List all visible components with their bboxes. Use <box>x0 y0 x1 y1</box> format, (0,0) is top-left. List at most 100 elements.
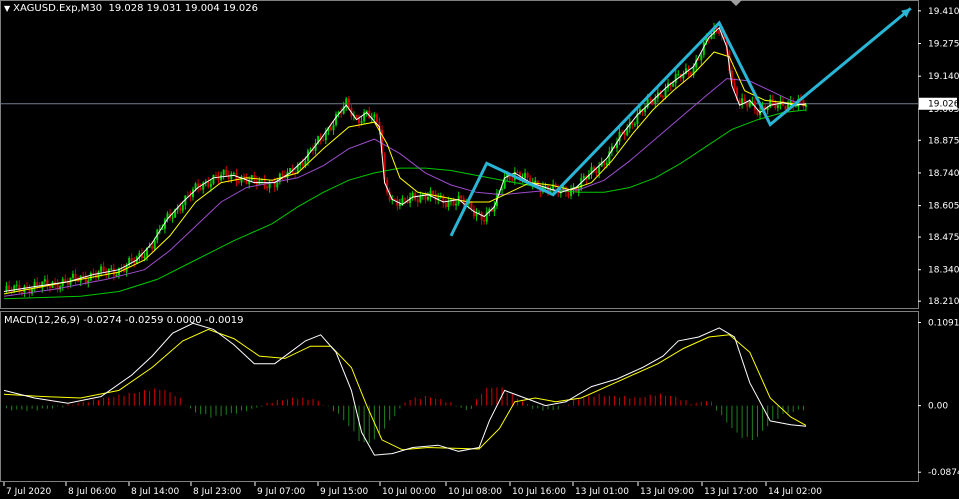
candle-up <box>534 180 537 183</box>
chart-canvas[interactable]: 19.41019.27519.14019.00518.87518.74018.6… <box>0 0 959 499</box>
candle-down <box>511 179 514 181</box>
candle-up <box>582 176 585 179</box>
candle-down <box>245 178 248 184</box>
candle-down <box>784 105 787 110</box>
candle-up <box>501 188 504 191</box>
candle-down <box>347 98 350 108</box>
candle-up <box>250 175 253 181</box>
price-tick-label: 18.340 <box>928 266 959 276</box>
time-tick-label: 10 Jul 00:00 <box>382 487 436 497</box>
candle-down <box>432 190 435 194</box>
candle-up <box>43 279 46 282</box>
candle-down <box>434 193 437 201</box>
candle-down <box>526 172 529 178</box>
symbol-label: XAGUSD.Exp,M30 <box>13 3 103 14</box>
candle-up <box>212 174 215 184</box>
candle-up <box>794 106 797 108</box>
time-tick-label: 13 Jul 09:00 <box>640 487 694 497</box>
candle-up <box>570 189 573 196</box>
price-tick-label: 18.605 <box>928 202 959 212</box>
candle-down <box>697 59 700 61</box>
candle-up <box>748 102 751 107</box>
candle-down <box>48 286 51 288</box>
time-tick-label: 9 Jul 07:00 <box>257 487 306 497</box>
candle-down <box>82 275 85 277</box>
candle-up <box>97 271 100 278</box>
candle-up <box>110 268 113 270</box>
candle-up <box>360 121 363 124</box>
candle-up <box>626 128 629 136</box>
time-tick-label: 10 Jul 08:00 <box>448 487 502 497</box>
price-tick-label: 18.875 <box>928 136 959 146</box>
time-tick-label: 7 Jul 2020 <box>6 487 51 497</box>
candle-down <box>179 207 182 211</box>
candle-up <box>171 217 174 219</box>
candle-down <box>567 192 570 196</box>
time-tick-label: 8 Jul 06:00 <box>68 487 117 497</box>
candle-up <box>115 274 118 276</box>
candle-down <box>416 199 419 203</box>
candle-down <box>151 246 154 249</box>
time-tick-label: 13 Jul 17:00 <box>704 487 758 497</box>
candle-up <box>332 125 335 131</box>
candle-down <box>8 285 11 290</box>
candle-down <box>718 30 721 34</box>
time-tick-label: 13 Jul 01:00 <box>575 487 629 497</box>
macd-header: MACD(12,26,9) -0.0274 -0.0259 0.0000 -0.… <box>4 315 243 326</box>
candle-up <box>544 185 547 187</box>
candle-down <box>207 181 210 187</box>
candle-up <box>524 172 527 179</box>
dropdown-arrow-icon[interactable]: ▼ <box>4 4 10 13</box>
candle-up <box>209 183 212 187</box>
time-tick-label: 10 Jul 16:00 <box>512 487 566 497</box>
candle-up <box>194 183 197 190</box>
candle-down <box>281 173 284 176</box>
candle-up <box>598 166 601 174</box>
candle-down <box>214 174 217 177</box>
price-tick-label: 18.740 <box>928 169 959 179</box>
candle-up <box>71 273 74 278</box>
candle-up <box>633 124 636 126</box>
macd-label: MACD(12,26,9) -0.0274 -0.0259 0.0000 -0.… <box>4 315 244 326</box>
candle-down <box>130 258 133 262</box>
candle-up <box>776 105 779 109</box>
price-tick-label: 19.275 <box>928 40 959 50</box>
candle-down <box>472 209 475 217</box>
candle-down <box>199 187 202 190</box>
candle-down <box>322 139 325 141</box>
candle-up <box>335 113 338 126</box>
candle-down <box>301 162 304 167</box>
candle-up <box>181 204 184 211</box>
candle-up <box>143 256 146 258</box>
time-tick-label: 8 Jul 14:00 <box>131 487 180 497</box>
candle-down <box>444 203 447 207</box>
time-tick-label: 8 Jul 23:00 <box>193 487 242 497</box>
candle-up <box>276 181 279 188</box>
candle-down <box>393 198 396 200</box>
candle-down <box>404 198 406 200</box>
ohlc-values: 19.028 19.031 19.004 19.026 <box>108 3 258 14</box>
price-tick-label: 18.210 <box>928 297 959 307</box>
candle-up <box>700 54 703 61</box>
candle-down <box>237 181 240 183</box>
candle-up <box>153 240 156 249</box>
symbol-header: ▼ XAGUSD.Exp,M30 19.028 19.031 19.004 19.… <box>4 3 258 14</box>
candle-down <box>460 195 463 199</box>
candle-down <box>743 98 746 102</box>
candle-up <box>13 285 16 292</box>
candle-down <box>480 212 483 221</box>
candle-up <box>89 272 92 281</box>
candle-down <box>355 115 358 118</box>
price-tick-label: 19.410 <box>928 7 959 17</box>
candle-down <box>74 273 77 280</box>
candle-down <box>225 169 228 176</box>
candle-down <box>329 127 332 131</box>
price-tick-label: 18.475 <box>928 233 959 243</box>
candle-down <box>64 279 67 282</box>
candle-up <box>100 266 103 272</box>
candle-down <box>649 98 652 100</box>
candle-up <box>15 284 18 286</box>
candle-up <box>161 228 164 230</box>
candle-up <box>419 195 422 203</box>
candle-down <box>20 292 23 294</box>
